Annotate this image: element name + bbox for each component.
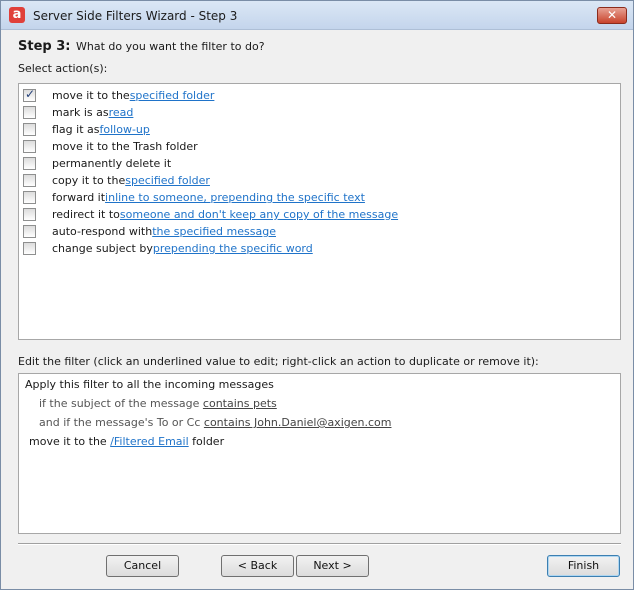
action-row[interactable]: auto-respond with the specified message: [23, 223, 276, 240]
title-bar[interactable]: a Server Side Filters Wizard - Step 3 ✕: [1, 1, 633, 30]
action-row[interactable]: redirect it to someone and don't keep an…: [23, 206, 398, 223]
action-checkbox[interactable]: [23, 87, 36, 102]
button-separator: [18, 543, 621, 545]
cancel-button[interactable]: Cancel: [106, 555, 179, 577]
action-value-link[interactable]: someone and don't keep any copy of the m…: [120, 208, 398, 221]
action-value-link[interactable]: inline to someone, prepending the specif…: [105, 191, 365, 204]
wizard-window: a Server Side Filters Wizard - Step 3 ✕ …: [0, 0, 634, 590]
window-title: Server Side Filters Wizard - Step 3: [33, 9, 238, 23]
subject-condition-value-link[interactable]: contains pets: [203, 397, 277, 410]
wizard-content: Step 3: What do you want the filter to d…: [1, 31, 633, 589]
action-checkbox[interactable]: [23, 208, 36, 221]
action-row[interactable]: mark is as read: [23, 104, 133, 121]
action-label: change subject by: [52, 242, 153, 255]
step-heading: Step 3: What do you want the filter to d…: [18, 39, 265, 54]
finish-button[interactable]: Finish: [547, 555, 620, 577]
action-row[interactable]: flag it as follow-up: [23, 121, 150, 138]
action-label: move it to the Trash folder: [52, 140, 198, 153]
action-label: copy it to the: [52, 174, 126, 187]
filter-editor: Apply this filter to all the incoming me…: [18, 373, 621, 534]
recipient-condition-value-link[interactable]: contains John.Daniel@axigen.com: [204, 416, 392, 429]
step-number: Step 3:: [18, 39, 71, 54]
filter-line-apply: Apply this filter to all the incoming me…: [25, 378, 274, 391]
action-value-link[interactable]: the specified message: [152, 225, 276, 238]
action-checkbox[interactable]: [23, 174, 36, 187]
action-row[interactable]: forward it inline to someone, prepending…: [23, 189, 365, 206]
actions-list: move it to the specified foldermark is a…: [18, 83, 621, 340]
action-checkbox[interactable]: [23, 191, 36, 204]
filter-line-action: move it to the /Filtered Email folder: [29, 435, 224, 448]
action-value-link[interactable]: read: [109, 106, 134, 119]
action-row[interactable]: change subject by prepending the specifi…: [23, 240, 313, 257]
action-label: mark is as: [52, 106, 109, 119]
step-question: What do you want the filter to do?: [75, 40, 265, 53]
app-logo-icon: a: [9, 7, 25, 23]
filter-line-subject: if the subject of the message contains p…: [39, 397, 277, 410]
action-value-link[interactable]: prepending the specific word: [153, 242, 313, 255]
select-actions-label: Select action(s):: [18, 62, 108, 75]
action-checkbox[interactable]: [23, 242, 36, 255]
action-value-link[interactable]: follow-up: [100, 123, 150, 136]
condition-text: if the subject of the message: [39, 397, 203, 410]
action-checkbox[interactable]: [23, 123, 36, 136]
action-row[interactable]: copy it to the specified folder: [23, 172, 210, 189]
action-row[interactable]: move it to the Trash folder: [23, 138, 198, 155]
action-row[interactable]: move it to the specified folder: [23, 87, 214, 104]
close-button[interactable]: ✕: [597, 7, 627, 24]
action-checkbox[interactable]: [23, 106, 36, 119]
action-value-link[interactable]: specified folder: [130, 89, 215, 102]
action-label: move it to the: [52, 89, 130, 102]
action-label: forward it: [52, 191, 106, 204]
next-button[interactable]: Next >: [296, 555, 369, 577]
action-suffix: folder: [188, 435, 225, 448]
action-checkbox[interactable]: [23, 140, 36, 153]
action-checkbox[interactable]: [23, 225, 36, 238]
action-value-link[interactable]: specified folder: [125, 174, 210, 187]
action-row[interactable]: permanently delete it: [23, 155, 171, 172]
folder-value-link[interactable]: /Filtered Email: [110, 435, 188, 448]
action-checkbox[interactable]: [23, 157, 36, 170]
action-text: move it to the: [29, 435, 111, 448]
action-label: redirect it to: [52, 208, 120, 221]
filter-line-recipient: and if the message's To or Cc contains J…: [39, 416, 391, 429]
action-label: permanently delete it: [52, 157, 172, 170]
back-button[interactable]: < Back: [221, 555, 294, 577]
edit-filter-label: Edit the filter (click an underlined val…: [18, 355, 539, 368]
condition-text: and if the message's To or Cc: [39, 416, 204, 429]
action-label: auto-respond with: [52, 225, 153, 238]
action-label: flag it as: [52, 123, 100, 136]
